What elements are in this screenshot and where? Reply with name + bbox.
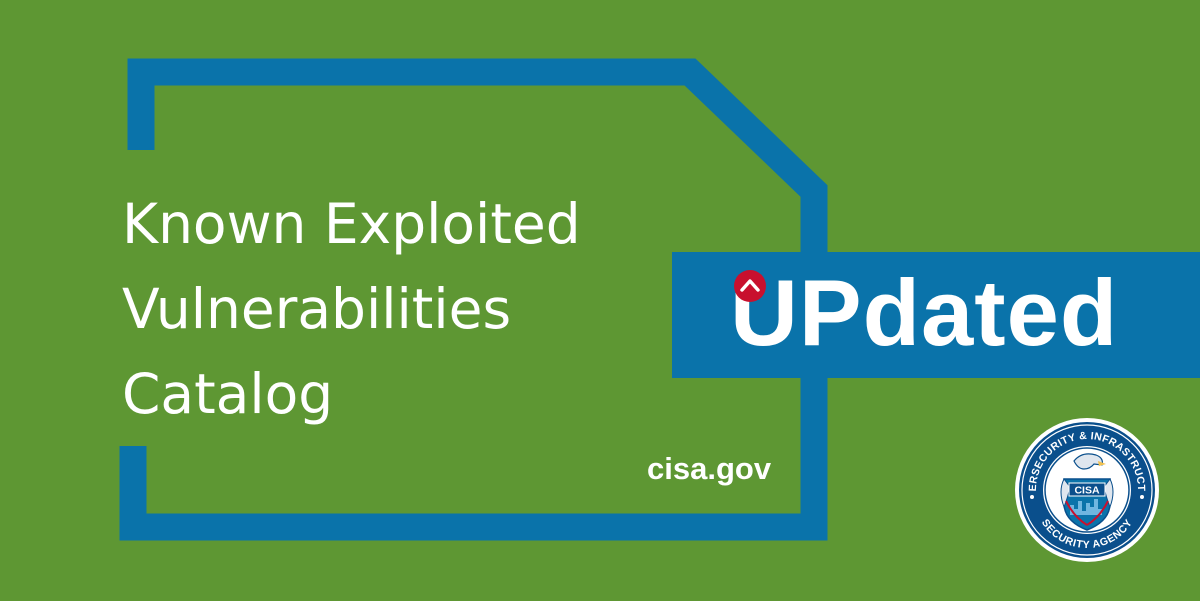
updated-label: UPdated <box>730 260 1119 365</box>
cisa-seal-icon: CYBERSECURITY & INFRASTRUCTURE SECURITY … <box>1014 417 1160 563</box>
title-line-1: Known Exploited <box>122 192 581 256</box>
title-line-2: Vulnerabilities <box>122 277 512 341</box>
catalog-title: Known Exploited Vulnerabilities Catalog <box>122 182 581 437</box>
up-chevron-icon <box>734 270 766 302</box>
title-line-3: Catalog <box>122 362 334 426</box>
updated-banner: UPdated <box>672 252 1200 378</box>
website-url: cisa.gov <box>647 451 772 486</box>
seal-center-text: CISA <box>1074 485 1100 497</box>
